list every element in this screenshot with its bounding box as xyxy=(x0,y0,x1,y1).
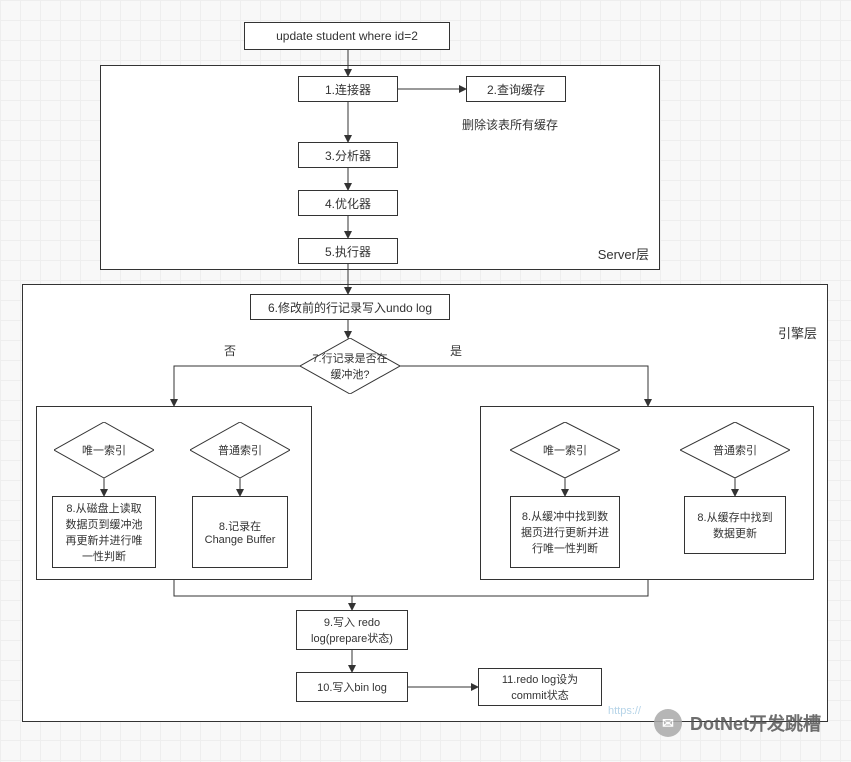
node-analyzer: 3.分析器 xyxy=(298,142,398,168)
label-no: 否 xyxy=(224,342,236,359)
watermark-link: https:// xyxy=(608,705,641,717)
text: 8.从缓冲中找到数据页进行更新并进行唯一性判断 xyxy=(519,508,611,556)
node-redo-commit: 11.redo log设为commit状态 xyxy=(478,668,602,706)
watermark: ✉ DotNet开发跳槽 xyxy=(654,709,821,737)
no-normal-index: 普通索引 xyxy=(190,422,290,478)
node-query-cache: 2.查询缓存 xyxy=(466,76,566,102)
node-optimizer: 4.优化器 xyxy=(298,190,398,216)
text: 8.记录在Change Buffer xyxy=(201,518,279,546)
text: 2.查询缓存 xyxy=(487,81,545,98)
node-undo-log: 6.修改前的行记录写入undo log xyxy=(250,294,450,320)
text: 3.分析器 xyxy=(325,147,371,164)
node-redo-prepare: 9.写入 redo log(prepare状态) xyxy=(296,610,408,650)
watermark-text: DotNet开发跳槽 xyxy=(690,710,821,736)
yes-unique-index: 唯一索引 xyxy=(510,422,620,478)
text: 9.写入 redo log(prepare状态) xyxy=(305,614,399,646)
text: 唯一索引 xyxy=(543,442,587,458)
engine-layer-label: 引擎层 xyxy=(778,323,817,342)
text: 10.写入bin log xyxy=(317,679,387,695)
text: 1.连接器 xyxy=(325,81,371,98)
node-binlog: 10.写入bin log xyxy=(296,672,408,702)
node-decision-buffer: 7.行记录是否在缓冲池? xyxy=(300,338,400,394)
yes-normal-index: 普通索引 xyxy=(680,422,790,478)
text: 普通索引 xyxy=(218,442,262,458)
text: update student where id=2 xyxy=(276,29,418,43)
text: 7.行记录是否在缓冲池? xyxy=(310,350,390,382)
label-yes: 是 xyxy=(450,342,462,359)
text: 8.从缓存中找到数据更新 xyxy=(693,509,777,541)
text: 6.修改前的行记录写入undo log xyxy=(268,299,432,316)
text: 11.redo log设为commit状态 xyxy=(487,671,593,703)
yes-unique-action: 8.从缓冲中找到数据页进行更新并进行唯一性判断 xyxy=(510,496,620,568)
text: 唯一索引 xyxy=(82,442,126,458)
cache-note: 删除该表所有缓存 xyxy=(462,116,558,133)
no-unique-action: 8.从磁盘上读取数据页到缓冲池再更新并进行唯一性判断 xyxy=(52,496,156,568)
yes-normal-action: 8.从缓存中找到数据更新 xyxy=(684,496,786,554)
node-connector: 1.连接器 xyxy=(298,76,398,102)
text: 普通索引 xyxy=(713,442,757,458)
no-normal-action: 8.记录在Change Buffer xyxy=(192,496,288,568)
text: 4.优化器 xyxy=(325,195,371,212)
server-layer-label: Server层 xyxy=(598,244,649,263)
no-unique-index: 唯一索引 xyxy=(54,422,154,478)
wechat-icon: ✉ xyxy=(654,709,682,737)
text: 8.从磁盘上读取数据页到缓冲池再更新并进行唯一性判断 xyxy=(61,500,147,564)
node-start: update student where id=2 xyxy=(244,22,450,50)
text: 5.执行器 xyxy=(325,243,371,260)
node-executor: 5.执行器 xyxy=(298,238,398,264)
